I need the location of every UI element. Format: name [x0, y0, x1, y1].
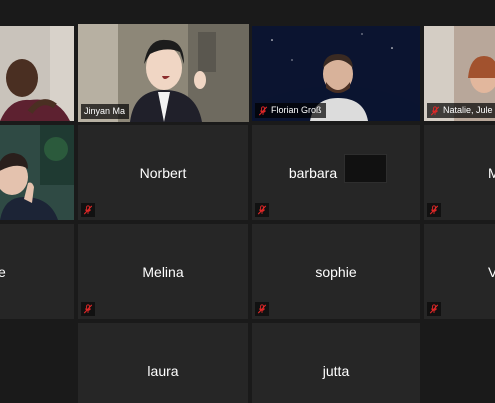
participant-name: sophie [315, 263, 357, 280]
participant-tile[interactable]: sophie [252, 224, 420, 319]
participant-name: jutta [322, 363, 350, 379]
redacted-box [344, 154, 387, 183]
participant-tile[interactable]: jutta [252, 323, 420, 403]
participant-name: Jinyan Ma [84, 106, 126, 116]
participant-tile[interactable]: e [0, 224, 74, 319]
muted-microphone-icon [81, 203, 95, 217]
muted-microphone-icon [255, 203, 269, 217]
participant-name-tag: Natalie, Jule [427, 103, 495, 118]
participant-name: Natalie, Jule [443, 105, 493, 115]
participant-name: Florian Groß [271, 105, 322, 115]
participant-tile[interactable] [0, 26, 74, 121]
participant-tile[interactable]: laura [78, 323, 248, 403]
participant-tile[interactable]: Norbert [78, 125, 248, 220]
participant-name: V [488, 263, 495, 280]
participant-video [0, 26, 74, 121]
participant-name-tag: Florian Groß [255, 103, 326, 118]
participant-tile[interactable] [0, 125, 74, 220]
gallery-view: Jinyan Ma Florian Groß Natalie, Jule Nor… [0, 0, 495, 403]
participant-tile[interactable]: barbara [252, 125, 420, 220]
participant-name: e [0, 263, 6, 280]
muted-microphone-icon [255, 302, 269, 316]
muted-microphone-icon [427, 302, 441, 316]
muted-microphone-icon [427, 203, 441, 217]
participant-tile[interactable]: Florian Groß [252, 26, 420, 121]
participant-tile[interactable]: M [424, 125, 495, 220]
muted-microphone-icon [430, 106, 440, 116]
participant-tile[interactable]: Natalie, Jule [424, 26, 495, 121]
participant-video [0, 125, 74, 220]
participant-name: M [488, 164, 495, 181]
participant-name: Melina [142, 263, 184, 280]
participant-name: laura [147, 363, 179, 379]
participant-tile[interactable]: V [424, 224, 495, 319]
muted-microphone-icon [81, 302, 95, 316]
participant-name: Norbert [139, 164, 187, 181]
participant-tile[interactable]: Melina [78, 224, 248, 319]
participant-name-tag: Jinyan Ma [81, 104, 130, 119]
muted-microphone-icon [258, 106, 268, 116]
participant-tile-active-speaker[interactable]: Jinyan Ma [78, 24, 249, 122]
participant-name: barbara [288, 164, 338, 181]
